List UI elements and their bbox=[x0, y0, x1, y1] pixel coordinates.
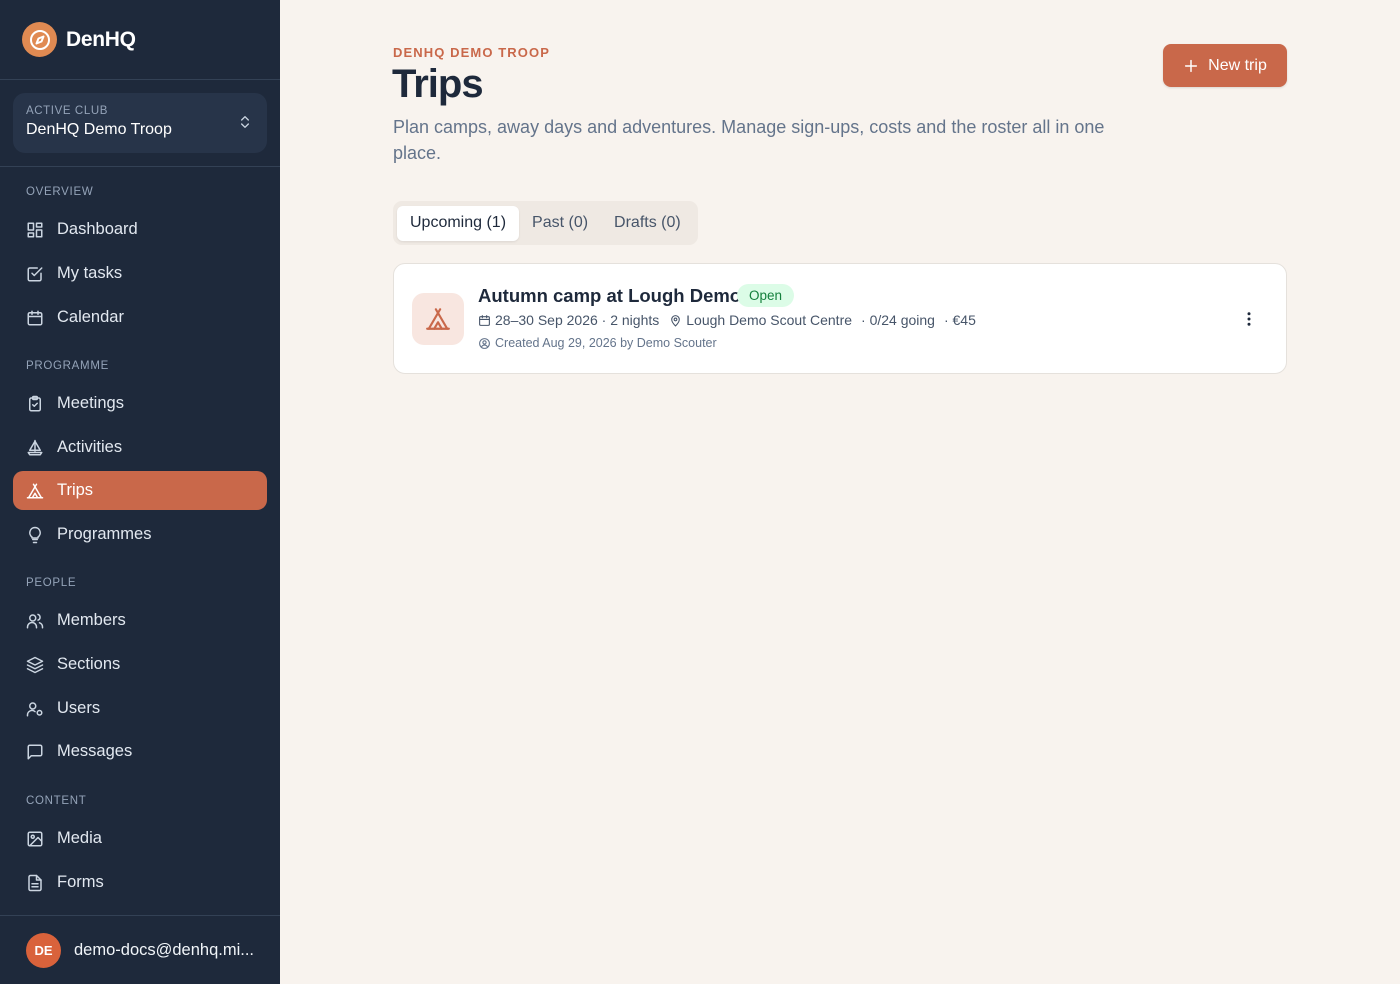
sidebar-item-label: Messages bbox=[57, 742, 133, 760]
sidebar-item-label: Users bbox=[57, 699, 101, 717]
sidebar-item-label: Media bbox=[57, 829, 102, 847]
trip-meta: 28–30 Sep 2026 · 2 nights Lough Demo Sco… bbox=[478, 312, 976, 328]
sidebar-item-forms[interactable]: Forms bbox=[13, 863, 267, 902]
calendar-icon bbox=[27, 310, 43, 325]
sailboat-icon bbox=[27, 439, 43, 455]
page-title: Trips bbox=[392, 62, 484, 106]
sidebar-item-sections[interactable]: Sections bbox=[13, 645, 267, 684]
image-icon bbox=[27, 831, 43, 846]
sidebar-item-media[interactable]: Media bbox=[13, 819, 267, 858]
sidebar-item-label: Dashboard bbox=[57, 220, 138, 238]
tab-drafts[interactable]: Drafts (0) bbox=[601, 206, 694, 241]
page-eyebrow: DENHQ DEMO TROOP bbox=[393, 45, 550, 60]
sidebar-item-label: Members bbox=[57, 611, 126, 629]
plus-icon bbox=[1185, 59, 1198, 72]
compass-icon bbox=[22, 22, 57, 57]
sidebar-item-label: Trips bbox=[57, 481, 94, 499]
sidebar-item-my-tasks[interactable]: My tasks bbox=[13, 254, 267, 293]
sidebar-item-label: Forms bbox=[57, 873, 104, 891]
club-switcher[interactable]: ACTIVE CLUB DenHQ Demo Troop bbox=[13, 93, 267, 153]
tent-icon bbox=[412, 293, 464, 345]
sidebar-item-calendar[interactable]: Calendar bbox=[13, 298, 267, 337]
trip-title[interactable]: Autumn camp at Lough Demo bbox=[478, 285, 741, 307]
sidebar-item-label: Calendar bbox=[57, 308, 124, 326]
main-content: DENHQ DEMO TROOP Trips Plan camps, away … bbox=[280, 0, 1400, 984]
checkbox-icon bbox=[27, 266, 43, 281]
avatar: DE bbox=[26, 932, 61, 968]
page-description: Plan camps, away days and adventures. Ma… bbox=[393, 117, 1105, 163]
message-icon bbox=[27, 744, 43, 759]
status-badge: Open bbox=[737, 284, 795, 307]
user-email: demo-docs@denhq.mi... bbox=[74, 940, 254, 959]
more-vertical-icon bbox=[1247, 312, 1251, 326]
sidebar-item-trips[interactable]: Trips bbox=[13, 471, 267, 510]
trip-created: Created Aug 29, 2026 by Demo Scouter bbox=[478, 336, 717, 350]
dashboard-icon bbox=[27, 222, 43, 237]
club-name: DenHQ Demo Troop bbox=[26, 121, 172, 138]
tab-upcoming[interactable]: Upcoming (1) bbox=[397, 205, 520, 241]
more-options-button[interactable] bbox=[1238, 308, 1260, 330]
trip-created-text: Created Aug 29, 2026 by Demo Scouter bbox=[495, 336, 717, 350]
club-label: ACTIVE CLUB bbox=[26, 105, 109, 117]
nav-section-people: PEOPLE bbox=[26, 577, 77, 589]
calendar-icon bbox=[479, 314, 490, 326]
users-icon bbox=[26, 613, 44, 628]
user-cog-icon bbox=[26, 701, 43, 716]
sidebar-item-activities[interactable]: Activities bbox=[13, 428, 267, 467]
trip-location: Lough Demo Scout Centre bbox=[686, 312, 853, 328]
nav-section-programme: PROGRAMME bbox=[26, 360, 109, 372]
trip-card[interactable]: Autumn camp at Lough Demo Open 28–30 Sep… bbox=[393, 263, 1287, 374]
nav-section-overview: OVERVIEW bbox=[26, 186, 94, 198]
layers-icon bbox=[26, 656, 44, 673]
trip-tabs: Upcoming (1) Past (0) Drafts (0) bbox=[393, 201, 698, 245]
sidebar-item-users[interactable]: Users bbox=[13, 689, 267, 728]
sidebar: DenHQ ACTIVE CLUB DenHQ Demo Troop OVERV… bbox=[0, 0, 280, 984]
sidebar-item-programmes[interactable]: Programmes bbox=[13, 515, 267, 554]
user-circle-icon bbox=[479, 337, 490, 349]
sidebar-item-label: Sections bbox=[57, 655, 121, 673]
trip-cost: · €45 bbox=[943, 312, 976, 328]
trip-dates: 28–30 Sep 2026 · 2 nights bbox=[495, 312, 660, 328]
nav-section-content: CONTENT bbox=[26, 795, 87, 807]
map-pin-icon bbox=[671, 314, 681, 326]
sidebar-item-label: Meetings bbox=[57, 394, 124, 412]
sidebar-item-members[interactable]: Members bbox=[13, 601, 267, 640]
user-menu[interactable]: DE demo-docs@denhq.mi... bbox=[0, 915, 280, 984]
sidebar-item-label: My tasks bbox=[57, 264, 123, 282]
sidebar-item-label: Programmes bbox=[57, 525, 152, 543]
sidebar-item-messages[interactable]: Messages bbox=[13, 732, 267, 771]
new-trip-button[interactable]: New trip bbox=[1163, 44, 1287, 87]
sidebar-item-label: Activities bbox=[57, 438, 123, 456]
trip-going: · 0/24 going bbox=[861, 312, 935, 328]
sidebar-item-dashboard[interactable]: Dashboard bbox=[13, 210, 267, 249]
sidebar-item-meetings[interactable]: Meetings bbox=[13, 384, 267, 423]
clipboard-check-icon bbox=[29, 395, 41, 411]
chevrons-up-down-icon bbox=[241, 116, 249, 128]
tab-past[interactable]: Past (0) bbox=[519, 206, 601, 241]
brand[interactable]: DenHQ bbox=[0, 0, 280, 80]
brand-name: DenHQ bbox=[66, 27, 136, 51]
tent-icon bbox=[26, 483, 44, 498]
lightbulb-icon bbox=[29, 526, 41, 543]
new-trip-label: New trip bbox=[1208, 56, 1267, 74]
file-text-icon bbox=[28, 874, 42, 891]
